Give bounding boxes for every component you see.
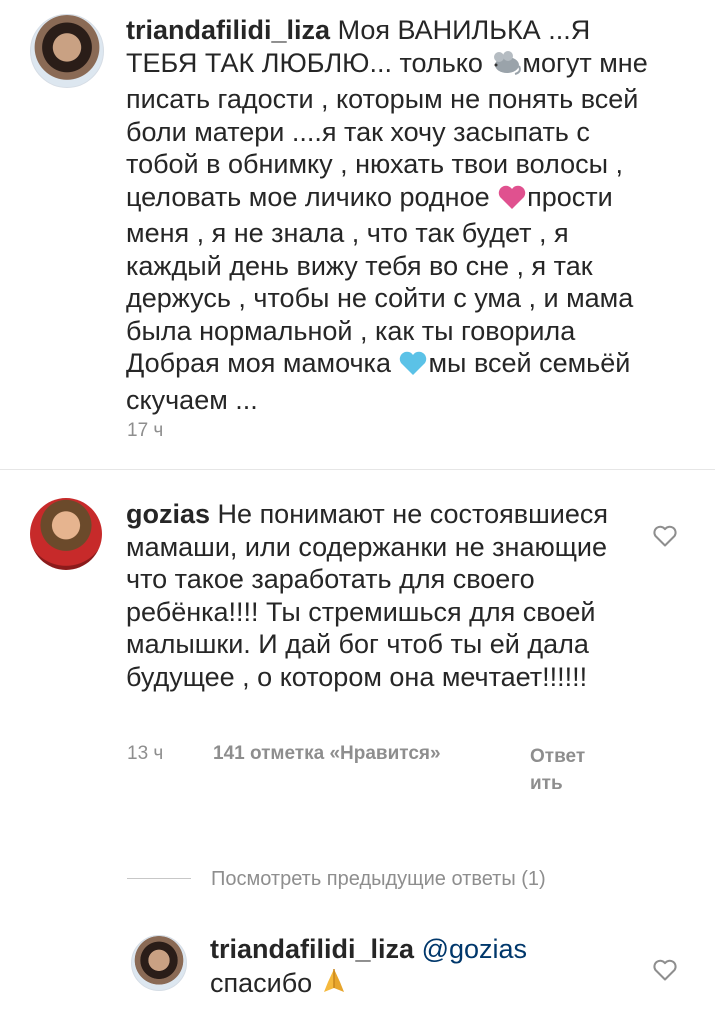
like-heart-icon[interactable] (652, 524, 678, 548)
avatar[interactable] (30, 498, 102, 570)
pink-heart-emoji (497, 184, 527, 218)
praying-hands-emoji (320, 966, 348, 1004)
comment-username[interactable]: triandafilidi_liza (210, 934, 414, 964)
comment-text: gozias Не понимают не состоявшиеся мамаш… (126, 499, 608, 692)
reply-button[interactable]: Ответить (530, 743, 586, 797)
like-heart-icon[interactable] (652, 958, 678, 982)
divider (0, 469, 715, 470)
avatar[interactable] (131, 935, 187, 991)
blue-heart-emoji (398, 350, 428, 384)
comment-time: 17 ч (127, 420, 164, 441)
likes-count[interactable]: 141 отметка «Нравится» (213, 743, 441, 765)
comment-username[interactable]: gozias (126, 499, 210, 529)
replies-divider (127, 878, 191, 879)
avatar[interactable] (30, 14, 104, 88)
comment-text: triandafilidi_liza Моя ВАНИЛЬКА ...Я ТЕБ… (126, 15, 648, 415)
view-replies-button[interactable]: Посмотреть предыдущие ответы (1) (211, 868, 546, 891)
mouse-emoji (490, 48, 522, 84)
comment-username[interactable]: triandafilidi_liza (126, 15, 330, 45)
comment-text: triandafilidi_liza @gozias спасибо (210, 933, 630, 1003)
comment-time: 13 ч (127, 743, 164, 764)
mention-link[interactable]: @gozias (422, 934, 527, 964)
